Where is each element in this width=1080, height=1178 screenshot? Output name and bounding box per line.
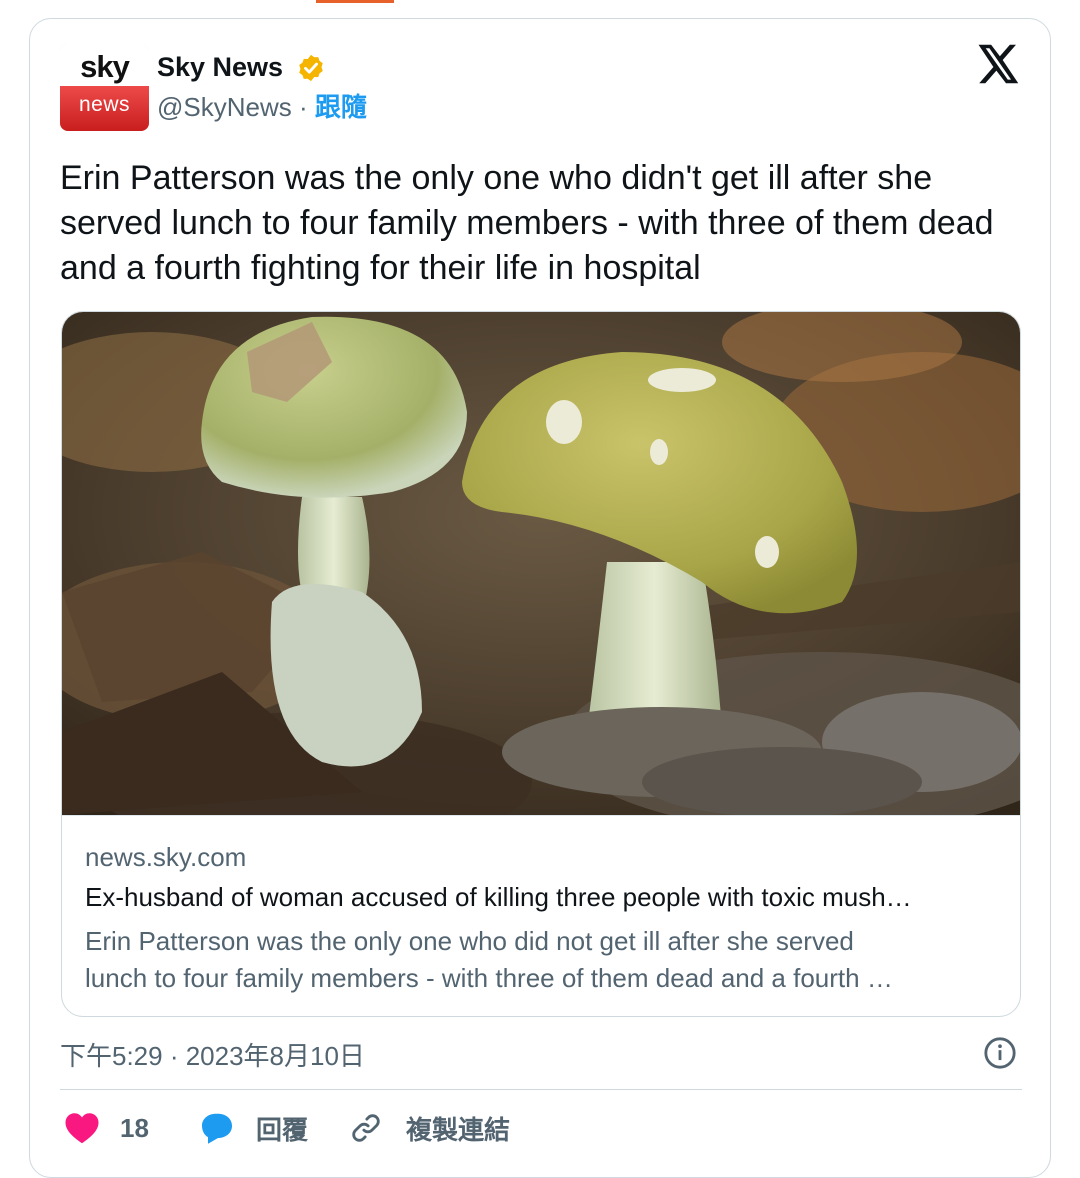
- reply-button[interactable]: 回覆: [199, 1108, 308, 1148]
- link-preview-card[interactable]: news.sky.com Ex-husband of woman accused…: [61, 311, 1021, 1017]
- link-headline: Ex-husband of woman accused of killing t…: [85, 882, 912, 912]
- copy-link-button[interactable]: 複製連結: [348, 1108, 510, 1148]
- tweet-text: Erin Patterson was the only one who didn…: [60, 159, 994, 287]
- divider: [60, 1089, 1022, 1090]
- avatar[interactable]: sky news: [60, 44, 149, 131]
- link-description-line-2: lunch to four family members - with thre…: [85, 963, 893, 993]
- copy-link-label: 複製連結: [406, 1114, 511, 1145]
- avatar-news-text: news: [60, 86, 149, 131]
- handle[interactable]: @SkyNews: [157, 92, 292, 122]
- link-description: Erin Patterson was the only one who did …: [85, 923, 1005, 997]
- display-name[interactable]: Sky News: [157, 50, 283, 84]
- separator: ·: [298, 92, 308, 122]
- handle-row: @SkyNews · 跟隨: [157, 90, 367, 124]
- info-icon[interactable]: [983, 1036, 1017, 1070]
- mushroom-photo: [62, 312, 1020, 815]
- follow-button[interactable]: 跟隨: [315, 92, 367, 122]
- x-logo-icon[interactable]: [978, 44, 1020, 84]
- top-accent-bar: [316, 0, 394, 3]
- verified-badge-icon: [299, 54, 323, 82]
- link-domain: news.sky.com: [85, 842, 247, 872]
- like-button[interactable]: 18: [64, 1108, 149, 1148]
- reply-label: 回覆: [256, 1114, 309, 1145]
- link-description-line-1: Erin Patterson was the only one who did …: [85, 926, 854, 956]
- like-count: 18: [120, 1112, 149, 1143]
- heart-icon: [65, 1113, 99, 1144]
- reply-bubble-icon: [202, 1113, 232, 1144]
- timestamp[interactable]: 下午5:29 · 2023年8月10日: [60, 1036, 365, 1073]
- link-info: news.sky.com Ex-husband of woman accused…: [62, 815, 1020, 1016]
- link-icon: [352, 1114, 380, 1142]
- avatar-sky-text: sky: [60, 44, 149, 86]
